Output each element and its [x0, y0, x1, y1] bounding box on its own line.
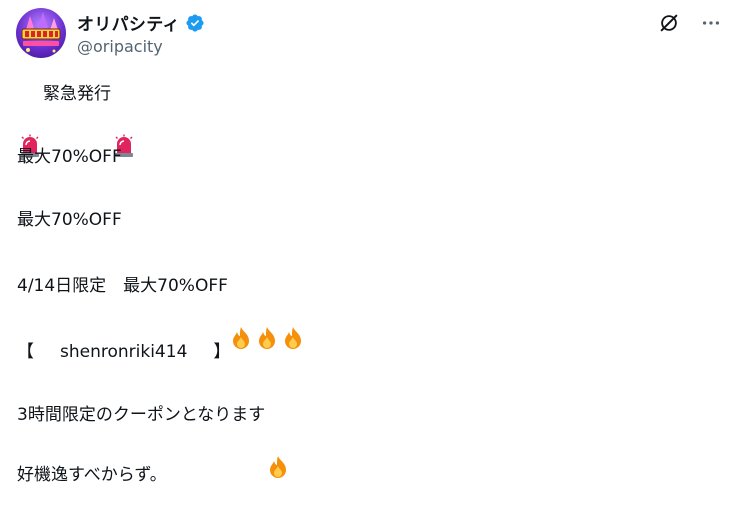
post-line: 最大70%OFF: [17, 147, 122, 167]
post-line: 最大70%OFF: [17, 210, 122, 230]
post-line: 好機逸すべからず。: [17, 465, 167, 485]
post-line-text: 4/14日限定 最大70%OFF: [17, 276, 228, 296]
post-line: 緊急発行: [17, 81, 137, 157]
post-line: 3時間限定のクーポンとなります: [17, 402, 291, 478]
user-handle[interactable]: @oripacity: [77, 37, 163, 56]
avatar-logo: [21, 12, 61, 53]
verified-badge-icon: [185, 13, 205, 33]
post-line-text: 緊急発行: [43, 84, 111, 104]
coupon-code: shenronriki414: [60, 342, 188, 362]
fire-emoji: [256, 274, 278, 349]
post-card: オリパシティ @oripacity 緊急発行 最大70%OFF 最大70%OFF…: [0, 0, 740, 505]
post-line-text: 3時間限定のクーポンとなります: [17, 405, 266, 425]
fire-emoji: [267, 403, 289, 478]
name-row: オリパシティ: [77, 10, 205, 35]
more-options-icon[interactable]: [698, 10, 724, 36]
police-light-emoji: [113, 82, 135, 157]
grok-icon[interactable]: [656, 10, 682, 36]
avatar[interactable]: [16, 8, 66, 58]
police-light-emoji: [19, 82, 41, 157]
fire-emoji: [230, 274, 252, 349]
post-line: 【 shenronriki414 】: [17, 339, 230, 365]
display-name[interactable]: オリパシティ: [77, 10, 180, 35]
bracket-close: 】: [213, 342, 231, 362]
post-line: 4/14日限定 最大70%OFF: [17, 273, 306, 349]
header-actions: [656, 10, 724, 36]
post-header: オリパシティ @oripacity: [16, 6, 724, 60]
bracket-open: 【: [17, 342, 34, 362]
fire-emoji: [282, 274, 304, 349]
